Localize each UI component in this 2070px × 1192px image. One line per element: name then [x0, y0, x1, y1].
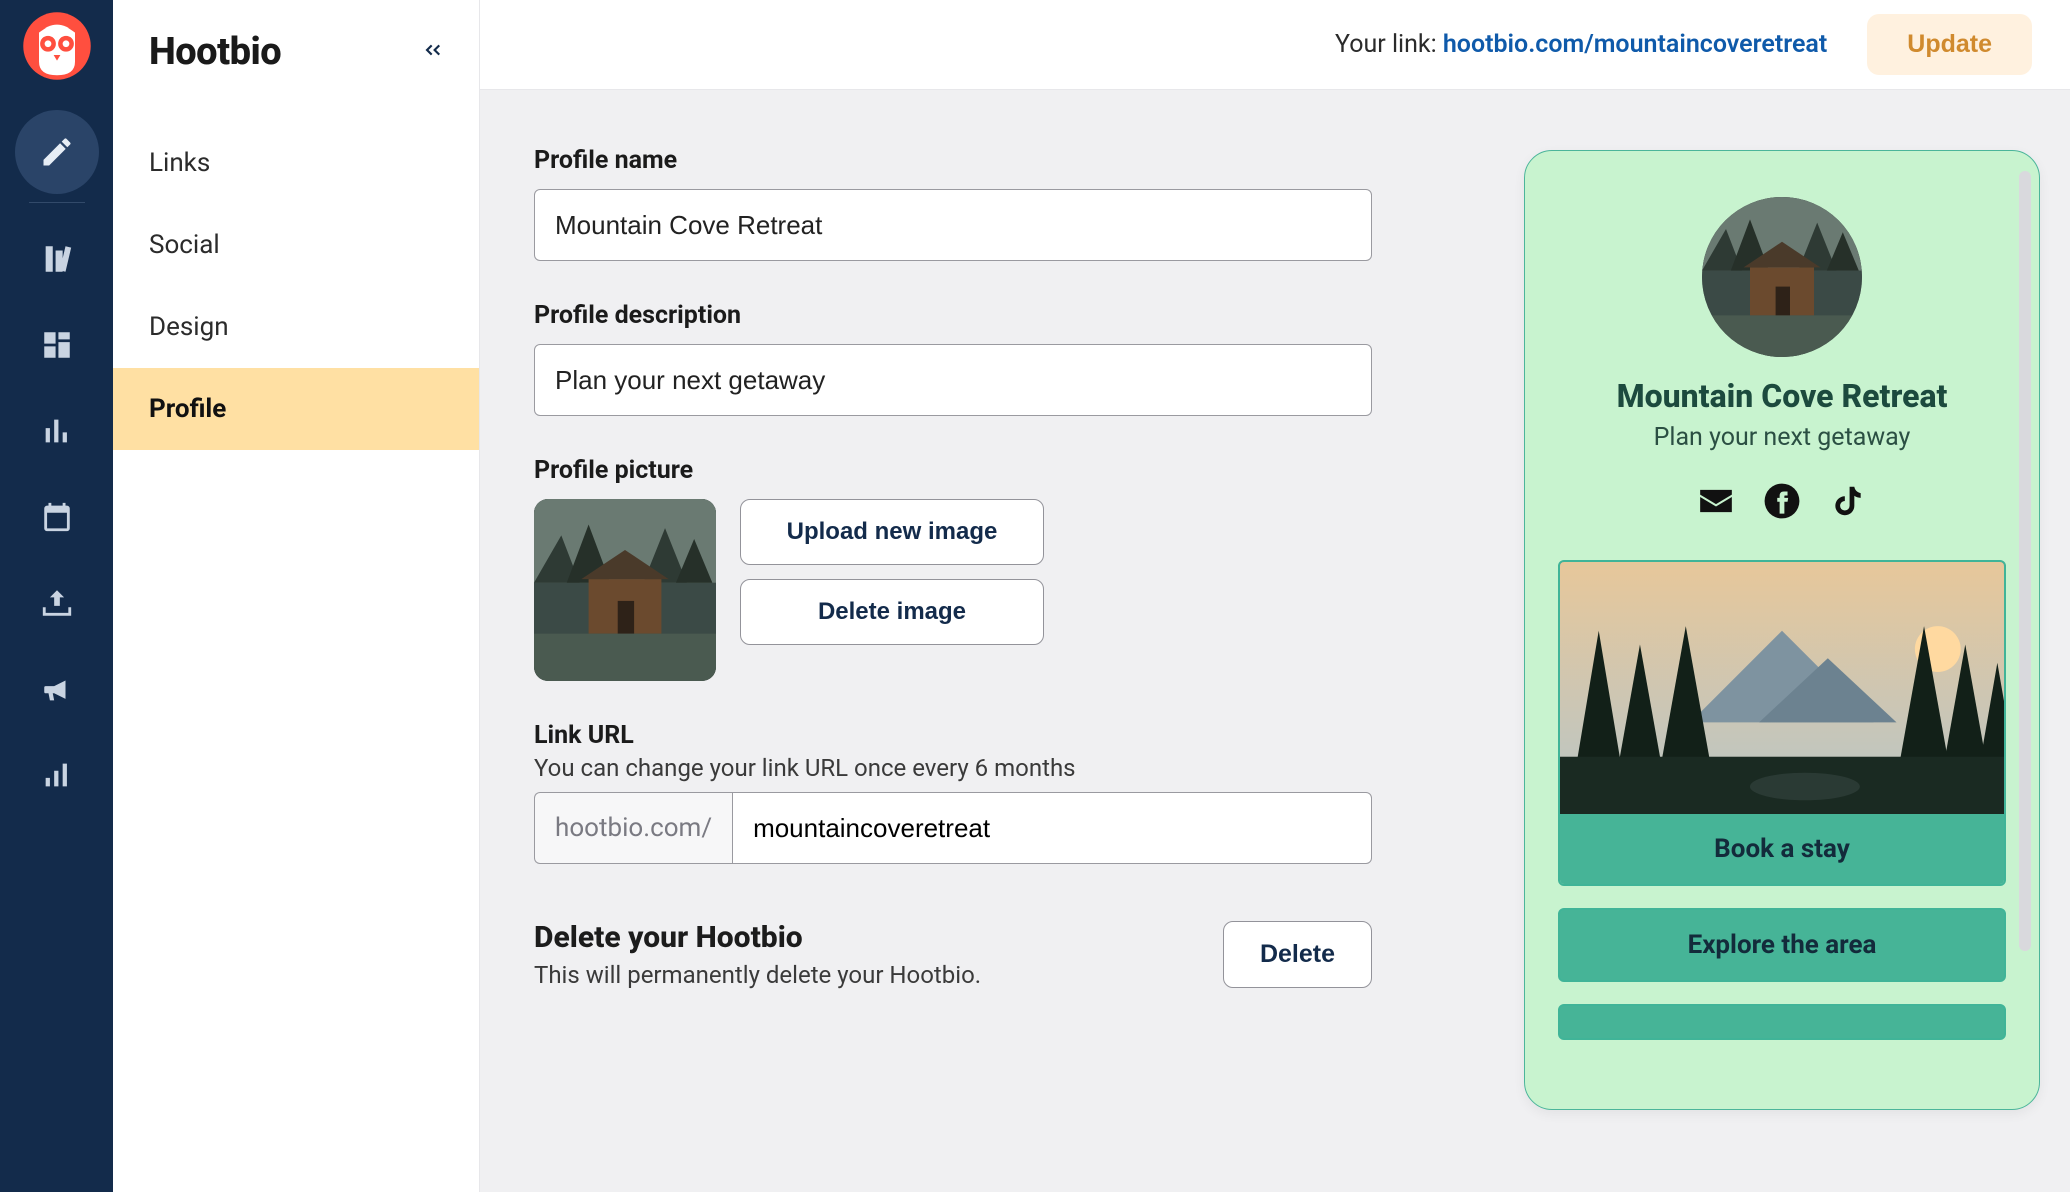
email-icon[interactable] [1697, 482, 1735, 524]
sidebar: Hootbio Links Social Design Profile [113, 0, 480, 1192]
sidebar-item-social[interactable]: Social [113, 204, 479, 286]
preview-scrollbar[interactable] [2019, 171, 2031, 951]
delete-hootbio-button[interactable]: Delete [1223, 921, 1372, 988]
link-url-prefix: hootbio.com/ [534, 792, 732, 864]
rail-item-analytics[interactable] [15, 733, 99, 817]
preview-link-book-label: Book a stay [1560, 814, 2004, 884]
profile-picture-label: Profile picture [534, 456, 1440, 485]
library-icon [40, 242, 74, 276]
megaphone-icon [40, 672, 74, 706]
hootsuite-logo [17, 6, 97, 86]
inbox-download-icon [40, 586, 74, 620]
rail-item-compose[interactable] [15, 110, 99, 194]
rail-item-megaphone[interactable] [15, 647, 99, 731]
link-url-label: Link URL [534, 721, 1440, 750]
analytics-icon [40, 758, 74, 792]
delete-hootbio-section: Delete your Hootbio This will permanentl… [534, 920, 1372, 989]
profile-name-input[interactable] [534, 189, 1372, 261]
main: Your link: hootbio.com/mountaincoveretre… [480, 0, 2070, 1192]
brand-title: Hootbio [149, 30, 281, 74]
collapse-sidebar-button[interactable] [419, 37, 445, 67]
rail-item-barchart[interactable] [15, 389, 99, 473]
topbar: Your link: hootbio.com/mountaincoveretre… [480, 0, 2070, 90]
preview-link-book[interactable]: Book a stay [1558, 560, 2006, 886]
calendar-icon [40, 500, 74, 534]
preview-link-explore-label: Explore the area [1688, 930, 1877, 960]
bar-chart-icon [40, 414, 74, 448]
preview-link-peek[interactable] [1558, 1004, 2006, 1040]
profile-form: Profile name Profile description Profile… [480, 90, 1494, 1192]
preview-column: Mountain Cove Retreat Plan your next get… [1494, 90, 2070, 1192]
rail-divider [29, 202, 85, 203]
chevron-double-left-icon [419, 37, 445, 63]
your-link: Your link: hootbio.com/mountaincoveretre… [1335, 30, 1827, 59]
link-url-input[interactable] [732, 792, 1372, 864]
preview-link-image [1560, 562, 2004, 814]
sidebar-item-design[interactable]: Design [113, 286, 479, 368]
sidebar-item-profile[interactable]: Profile [113, 368, 479, 450]
app-rail [0, 0, 113, 1192]
sidebar-nav: Links Social Design Profile [113, 122, 479, 450]
rail-item-inbox[interactable] [15, 561, 99, 645]
link-url-help: You can change your link URL once every … [534, 754, 1440, 782]
your-link-label: Your link: [1335, 30, 1437, 59]
upload-image-button[interactable]: Upload new image [740, 499, 1044, 565]
your-link-url[interactable]: hootbio.com/mountaincoveretreat [1443, 30, 1827, 59]
delete-image-button[interactable]: Delete image [740, 579, 1044, 645]
profile-name-label: Profile name [534, 146, 1440, 175]
facebook-icon[interactable] [1763, 482, 1801, 524]
grid-icon [40, 328, 74, 362]
delete-hootbio-desc: This will permanently delete your Hootbi… [534, 961, 981, 989]
rail-item-grid[interactable] [15, 303, 99, 387]
preview-social-row [1697, 482, 1867, 524]
edit-icon [39, 134, 75, 170]
profile-description-label: Profile description [534, 301, 1440, 330]
profile-description-input[interactable] [534, 344, 1372, 416]
preview-title: Mountain Cove Retreat [1617, 377, 1948, 415]
link-url-group: hootbio.com/ [534, 792, 1372, 864]
update-button[interactable]: Update [1867, 14, 2032, 75]
profile-picture-thumbnail [534, 499, 716, 681]
preview-subtitle: Plan your next getaway [1654, 423, 1911, 452]
preview-link-explore[interactable]: Explore the area [1558, 908, 2006, 982]
tiktok-icon[interactable] [1829, 482, 1867, 524]
sidebar-item-links[interactable]: Links [113, 122, 479, 204]
preview-card: Mountain Cove Retreat Plan your next get… [1524, 150, 2040, 1110]
delete-hootbio-title: Delete your Hootbio [534, 920, 981, 955]
rail-item-library[interactable] [15, 217, 99, 301]
rail-item-calendar[interactable] [15, 475, 99, 559]
preview-avatar [1702, 197, 1862, 357]
